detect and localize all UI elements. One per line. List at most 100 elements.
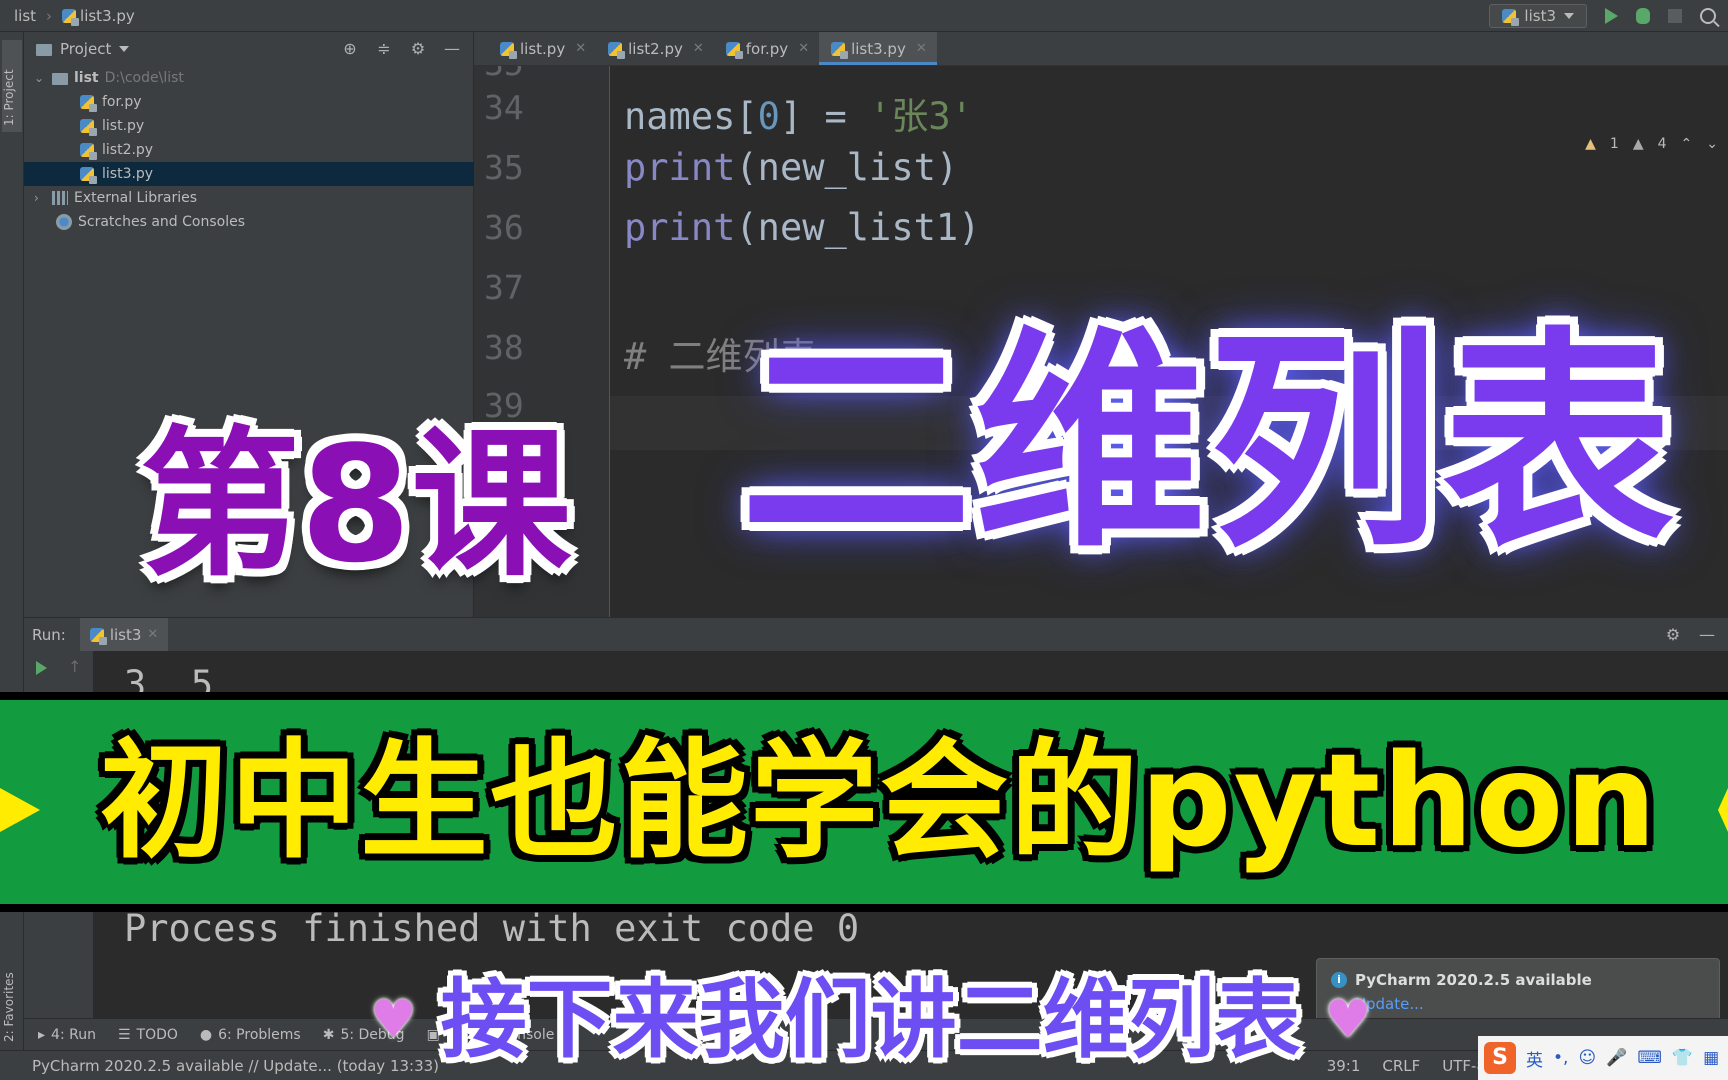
python-file-icon	[80, 95, 97, 112]
project-view-icon	[36, 44, 52, 56]
hide-panel-icon[interactable]: —	[1698, 626, 1716, 644]
breadcrumb-file[interactable]: list3.py	[80, 7, 135, 25]
run-button[interactable]	[1605, 8, 1618, 24]
rerun-button[interactable]	[36, 661, 47, 675]
tree-item-label: list	[74, 70, 99, 86]
subtitle-text: 接下来我们讲二维列表	[440, 970, 1301, 1070]
close-icon[interactable]: ✕	[916, 41, 927, 56]
heart-icon: ♥	[1324, 990, 1372, 1050]
toolbox-icon[interactable]: ▦	[1703, 1048, 1719, 1068]
tool-tab-problems[interactable]: ● 6: Problems	[200, 1027, 301, 1043]
close-icon[interactable]: ✕	[575, 41, 586, 56]
project-panel-title[interactable]: Project	[60, 40, 111, 58]
weak-warning-icon: ▲	[1632, 136, 1644, 152]
keyboard-icon[interactable]: ⌨	[1637, 1048, 1662, 1068]
lesson-title-overlay: 二维列表	[740, 308, 1677, 578]
expanded-arrow-icon[interactable]: ⌄	[34, 71, 46, 85]
scratches-icon	[56, 214, 72, 230]
code-line: print(new_list1)	[624, 206, 981, 249]
favorites-tool-tab[interactable]: 2: Favorites	[2, 952, 22, 1042]
stop-button[interactable]	[1668, 9, 1682, 23]
tree-item-file[interactable]: for.py	[24, 90, 474, 114]
line-number: 37	[484, 268, 524, 307]
update-notification: i PyCharm 2020.2.5 available Update...	[1316, 958, 1720, 1026]
collapsed-arrow-icon[interactable]: ›	[34, 191, 46, 205]
project-tool-tab[interactable]: 1: Project	[2, 40, 22, 132]
editor-tab[interactable]: list.py ✕	[488, 32, 596, 65]
line-number: 36	[484, 208, 524, 247]
line-separator[interactable]: CRLF	[1382, 1057, 1420, 1075]
line-number: 35	[484, 148, 524, 187]
python-file-icon	[831, 41, 849, 59]
tree-item-scratches[interactable]: Scratches and Consoles	[24, 210, 474, 234]
gear-icon[interactable]: ⚙	[1664, 626, 1682, 644]
close-icon[interactable]: ✕	[147, 627, 158, 642]
skin-icon[interactable]: 👕	[1672, 1048, 1693, 1068]
tree-item-label: External Libraries	[74, 190, 197, 206]
python-file-icon	[500, 41, 517, 59]
editor-tab[interactable]: for.py ✕	[714, 32, 819, 65]
tree-item-external-libraries[interactable]: › External Libraries	[24, 186, 474, 210]
run-tab-label: list3	[109, 625, 142, 644]
run-configuration-label: list3	[1524, 7, 1556, 25]
emoji-icon[interactable]: ☺	[1578, 1048, 1596, 1068]
editor-tab-label: list2.py	[628, 39, 683, 58]
notification-title: PyCharm 2020.2.5 available	[1355, 971, 1592, 989]
run-panel-label: Run:	[32, 625, 66, 644]
tool-tab-run[interactable]: ▸ 4: Run	[38, 1027, 96, 1043]
python-file-icon	[1502, 9, 1520, 26]
collapse-all-icon[interactable]: ≑	[375, 40, 393, 58]
tree-item-label: for.py	[102, 94, 142, 110]
close-icon[interactable]: ✕	[798, 41, 809, 56]
editor-tab-active[interactable]: list3.py ✕	[819, 32, 937, 65]
tree-item-label: list2.py	[102, 142, 154, 158]
tree-item-file[interactable]: list.py	[24, 114, 474, 138]
debug-button[interactable]	[1636, 8, 1650, 24]
punctuation-icon[interactable]: •,	[1553, 1048, 1568, 1068]
hide-panel-icon[interactable]: —	[443, 40, 461, 58]
tree-item-label: Scratches and Consoles	[78, 214, 245, 230]
gear-icon[interactable]: ⚙	[409, 40, 427, 58]
chevron-down-icon[interactable]	[119, 46, 130, 52]
microphone-icon[interactable]: 🎤	[1606, 1048, 1627, 1068]
update-link[interactable]: Update...	[1355, 995, 1705, 1013]
close-icon[interactable]: ✕	[693, 41, 704, 56]
editor-tab-label: for.py	[745, 39, 789, 58]
arrow-up-icon[interactable]: ↑	[68, 657, 81, 676]
python-file-icon	[62, 8, 80, 26]
editor-tab[interactable]: list2.py ✕	[596, 32, 714, 65]
line-number: 34	[484, 88, 524, 127]
inspection-widget[interactable]: ▲ 1 ▲ 4 ⌃ ⌄	[1585, 136, 1718, 152]
chevron-down-icon[interactable]: ⌄	[1706, 136, 1718, 152]
warning-icon: ▲	[1585, 136, 1596, 152]
python-file-icon	[725, 41, 743, 59]
tool-tab-label: TODO	[136, 1026, 178, 1043]
lesson-number-overlay: 第8课	[140, 411, 572, 598]
run-tab[interactable]: list3 ✕	[79, 617, 169, 652]
problems-icon: ●	[199, 1026, 213, 1043]
arrow-right-icon	[0, 788, 40, 832]
list-icon: ☰	[117, 1026, 131, 1043]
console-output-line: Process finished with exit code 0	[124, 907, 860, 950]
python-file-icon	[80, 167, 97, 184]
play-icon: ▸	[38, 1026, 46, 1043]
run-panel-header: Run: list3 ✕ ⚙ —	[24, 617, 1728, 652]
run-configuration-select[interactable]: list3	[1489, 4, 1587, 28]
editor-tab-label: list3.py	[851, 39, 906, 58]
chevron-up-icon[interactable]: ⌃	[1681, 136, 1693, 152]
sogou-logo-icon[interactable]: S	[1484, 1042, 1516, 1074]
breadcrumb-project[interactable]: list	[14, 7, 36, 25]
locate-icon[interactable]: ⊕	[341, 40, 359, 58]
tool-tab-todo[interactable]: ☰ TODO	[118, 1027, 178, 1043]
tool-tab-label: 6: Problems	[218, 1026, 301, 1043]
tree-item-file[interactable]: list2.py	[24, 138, 474, 162]
ime-language[interactable]: 英	[1526, 1046, 1543, 1071]
heart-icon: ♥	[370, 990, 417, 1050]
line-number: 38	[484, 328, 524, 367]
code-line: names[0] = '张3'	[624, 95, 973, 138]
tree-item-file-selected[interactable]: list3.py	[24, 162, 474, 186]
editor-tab-bar: list.py ✕ list2.py ✕ for.py ✕ list3.py ✕	[474, 32, 1728, 66]
search-everywhere-button[interactable]	[1700, 8, 1716, 24]
code-line: print(new_list)	[624, 146, 959, 189]
tree-item-root[interactable]: ⌄ list D:\code\list	[24, 66, 474, 90]
